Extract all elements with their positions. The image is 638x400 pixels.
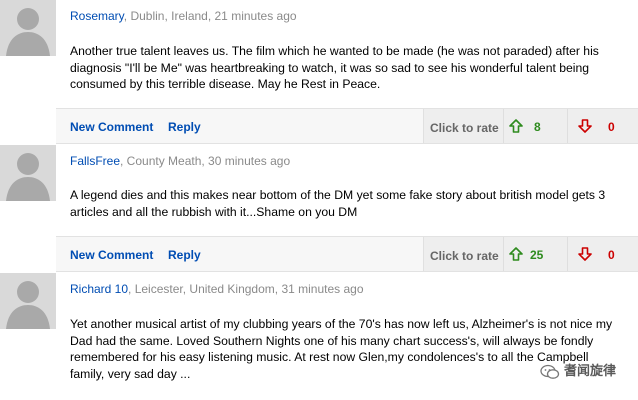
arrow-down-icon [578,119,592,133]
comment-body: Another true talent leaves us. The film … [70,44,599,91]
comment-username[interactable]: Richard 10 [70,282,128,296]
new-comment-button[interactable]: New Comment [70,248,153,262]
comment-meta: Rosemary, Dublin, Ireland, 21 minutes ag… [70,9,297,23]
comment-actions-bar: New Comment Reply Click to rate 25 0 [56,236,638,272]
reply-button[interactable]: Reply [168,120,201,134]
rating-zone: Click to rate 8 0 [423,109,638,143]
vote-down-button[interactable]: 0 [567,109,638,143]
avatar[interactable] [0,273,56,329]
rating-zone: Click to rate 25 0 [423,237,638,271]
comment-username[interactable]: FallsFree [70,154,120,168]
comment-actions-bar: New Comment Reply Click to rate 8 0 [56,108,638,144]
vote-up-button[interactable]: 8 [503,109,567,143]
comment-item: FallsFree, County Meath, 30 minutes ago … [0,145,638,272]
vote-up-button[interactable]: 25 [503,237,567,271]
click-to-rate-label: Click to rate [430,249,499,263]
downvote-count: 0 [608,248,615,262]
new-comment-button[interactable]: New Comment [70,120,153,134]
comment-meta: FallsFree, County Meath, 30 minutes ago [70,154,290,168]
wechat-icon [540,364,560,379]
arrow-up-icon [509,119,523,133]
comment-body: A legend dies and this makes near bottom… [70,188,606,219]
avatar[interactable] [0,145,56,201]
downvote-count: 0 [608,120,615,134]
avatar[interactable] [0,0,56,56]
upvote-count: 8 [534,120,541,134]
comment-location-time: , Dublin, Ireland, 21 minutes ago [123,9,297,23]
comment-location-time: , County Meath, 30 minutes ago [120,154,291,168]
watermark-text: 耆闻旋律 [563,363,616,379]
comment-item: Richard 10, Leicester, United Kingdom, 3… [0,273,638,400]
upvote-count: 25 [530,248,544,262]
comment-meta: Richard 10, Leicester, United Kingdom, 3… [70,282,364,296]
click-to-rate-label: Click to rate [430,121,499,135]
arrow-down-icon [578,247,592,261]
comment-username[interactable]: Rosemary [70,9,124,23]
comment-item: Rosemary, Dublin, Ireland, 21 minutes ag… [0,0,638,144]
vote-down-button[interactable]: 0 [567,237,638,271]
watermark: 耆闻旋律 [540,360,616,380]
comment-location-time: , Leicester, United Kingdom, 31 minutes … [128,282,364,296]
arrow-up-icon [509,247,523,261]
reply-button[interactable]: Reply [168,248,201,262]
